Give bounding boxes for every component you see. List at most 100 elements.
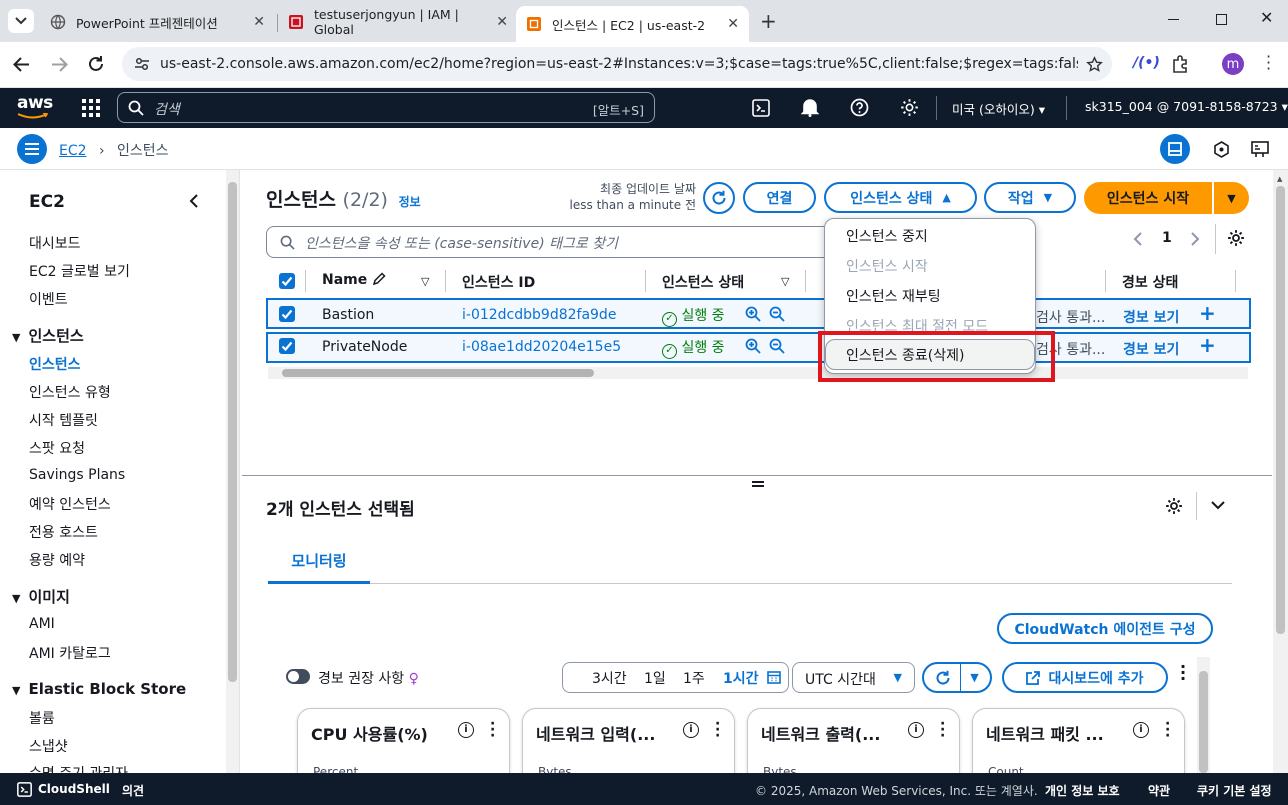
view-alarms-link[interactable]: 경보 보기: [1123, 339, 1179, 359]
profile-avatar[interactable]: m: [1222, 53, 1244, 75]
sidebar-item-dashboard[interactable]: 대시보드: [29, 233, 81, 253]
alarm-recommendations-toggle[interactable]: [286, 669, 310, 684]
drag-handle-icon[interactable]: [752, 481, 764, 487]
info-circle-icon[interactable]: i: [1133, 722, 1149, 738]
panel-scrollbar[interactable]: [1197, 657, 1210, 773]
settings-gear-icon[interactable]: [900, 98, 919, 117]
column-header-instance-id[interactable]: 인스턴스 ID: [462, 272, 535, 292]
privacy-link[interactable]: 개인 정보 보호: [1045, 782, 1120, 799]
forward-arrow-icon[interactable]: [51, 56, 68, 73]
menu-item-reboot[interactable]: 인스턴스 재부팅: [846, 286, 941, 306]
column-header-instance-state[interactable]: 인스턴스 상태: [662, 272, 744, 292]
sidebar-item-reserved-instances[interactable]: 예약 인스턴스: [29, 494, 111, 514]
sidebar-item-spot-requests[interactable]: 스팟 요청: [29, 438, 85, 458]
info-circle-icon[interactable]: i: [458, 722, 474, 738]
sidebar-item-events[interactable]: 이벤트: [29, 289, 68, 309]
scroll-thumb[interactable]: [282, 369, 594, 377]
add-alarm-button[interactable]: +: [1199, 333, 1216, 357]
services-grid-icon[interactable]: [82, 99, 100, 117]
sidebar-item-ami[interactable]: AMI: [29, 616, 55, 632]
info-circle-icon[interactable]: i: [908, 722, 924, 738]
tab-monitoring[interactable]: 모니터링: [268, 540, 370, 584]
star-icon[interactable]: [1086, 55, 1103, 73]
region-selector[interactable]: 미국 (오하이오) ▾: [952, 99, 1045, 118]
extensions-puzzle-icon[interactable]: [1171, 55, 1189, 73]
card-menu-icon[interactable]: · · ·: [490, 717, 495, 743]
browser-menu-icon[interactable]: · · ·: [1266, 49, 1271, 77]
zoom-out-icon[interactable]: [769, 306, 785, 322]
sidebar-item-ami-catalog[interactable]: AMI 카탈로그: [29, 643, 111, 663]
range-1h-selected[interactable]: 1시간: [723, 668, 759, 688]
browser-tab-ec2[interactable]: 인스턴스 | EC2 | us-east-2 ✕: [516, 6, 749, 42]
prev-page-icon[interactable]: [1133, 232, 1143, 246]
sidebar-item-dedicated-hosts[interactable]: 전용 호스트: [29, 522, 98, 542]
help-icon[interactable]: [850, 98, 869, 117]
more-options-icon[interactable]: · · ·: [1180, 659, 1186, 687]
row-checkbox[interactable]: [279, 306, 295, 322]
add-alarm-button[interactable]: +: [1199, 301, 1216, 325]
cookie-preferences-link[interactable]: 쿠키 기본 설정: [1197, 782, 1272, 799]
zoom-in-icon[interactable]: [745, 306, 761, 322]
range-1w[interactable]: 1주: [683, 668, 705, 688]
card-menu-icon[interactable]: · · ·: [1165, 717, 1170, 743]
sidebar-item-instances[interactable]: 인스턴스: [29, 354, 81, 374]
zoom-in-icon[interactable]: [745, 338, 761, 354]
page-scrollbar[interactable]: ▲: [1273, 170, 1288, 773]
column-header-name[interactable]: Name: [322, 272, 386, 288]
feedback-icon[interactable]: [1251, 141, 1269, 158]
table-settings-gear-icon[interactable]: [1227, 229, 1245, 247]
metrics-refresh-button[interactable]: ▼: [922, 662, 992, 693]
aws-search-input[interactable]: 검색 [알트+S]: [117, 92, 655, 123]
terms-link[interactable]: 약관: [1148, 782, 1170, 799]
new-tab-button[interactable]: +: [760, 9, 777, 33]
sidebar-title[interactable]: EC2: [29, 192, 65, 212]
close-icon[interactable]: ✕: [496, 14, 508, 30]
close-window-button[interactable]: ✕: [1260, 8, 1273, 27]
sidebar-section-images[interactable]: ▼ 이미지: [12, 586, 70, 607]
instance-state-button[interactable]: 인스턴스 상태 ▲: [824, 182, 977, 213]
instance-id-link[interactable]: i-012dcdbb9d82fa9de: [462, 307, 616, 323]
sidebar-item-savings-plans[interactable]: Savings Plans: [29, 467, 125, 483]
cloudshell-icon[interactable]: [17, 782, 32, 797]
view-alarms-link[interactable]: 경보 보기: [1123, 307, 1179, 327]
add-to-dashboard-button[interactable]: 대시보드에 추가: [1002, 662, 1168, 693]
cloudshell-link[interactable]: CloudShell: [38, 782, 110, 796]
browser-tab-iam[interactable]: testuserjongyun | IAM | Global ✕: [278, 6, 518, 38]
panel-scroll-thumb[interactable]: [1199, 671, 1208, 773]
calendar-icon[interactable]: [767, 670, 781, 684]
tab-search-button[interactable]: [8, 9, 34, 33]
card-menu-icon[interactable]: · · ·: [940, 717, 945, 743]
instance-filter-input[interactable]: 인스턴스을 속성 또는 (case-sensitive) 태그로 찾기: [266, 226, 846, 258]
sidebar-item-capacity-reservations[interactable]: 용량 예약: [29, 550, 85, 570]
range-1d[interactable]: 1일: [644, 668, 666, 688]
zoom-out-icon[interactable]: [769, 338, 785, 354]
page-scroll-thumb[interactable]: [1276, 186, 1285, 634]
sidebar-item-snapshots[interactable]: 스냅샷: [29, 736, 68, 756]
sidebar-scrollbar[interactable]: [226, 170, 239, 773]
address-bar[interactable]: us-east-2.console.aws.amazon.com/ec2/hom…: [122, 47, 1112, 81]
sidebar-item-launch-templates[interactable]: 시작 템플릿: [29, 410, 98, 430]
cloudwatch-agent-button[interactable]: CloudWatch 에이전트 구성: [997, 613, 1213, 644]
actions-button[interactable]: 작업 ▼: [984, 182, 1076, 213]
select-all-checkbox[interactable]: [279, 273, 295, 289]
browser-tab-powerpoint[interactable]: PowerPoint 프레젠테이션 ✕: [40, 6, 275, 38]
sidebar-item-volumes[interactable]: 볼륨: [29, 708, 55, 728]
site-settings-icon[interactable]: [134, 56, 150, 72]
split-panel-button[interactable]: [1160, 134, 1190, 164]
menu-item-stop[interactable]: 인스턴스 중지: [846, 226, 928, 246]
aws-logo[interactable]: aws: [17, 93, 53, 113]
instance-id-link[interactable]: i-08ae1dd20204e15e5: [462, 339, 621, 355]
minimize-button[interactable]: [1168, 19, 1179, 20]
security-icon[interactable]: [1213, 141, 1230, 158]
feedback-link[interactable]: 의견: [122, 782, 144, 799]
range-3h[interactable]: 3시간: [592, 668, 627, 688]
table-horizontal-scrollbar[interactable]: [268, 367, 1248, 379]
connect-button[interactable]: 연결: [743, 182, 816, 213]
column-header-alarm-status[interactable]: 경보 상태: [1122, 272, 1178, 292]
panel-settings-gear-icon[interactable]: [1165, 497, 1183, 515]
sidebar-item-global-view[interactable]: EC2 글로벌 보기: [29, 261, 130, 281]
side-nav-toggle[interactable]: [17, 134, 47, 164]
sort-caret-icon[interactable]: ▽: [781, 275, 789, 288]
close-icon[interactable]: ✕: [727, 16, 739, 32]
collapse-panel-chevron-icon[interactable]: [1211, 501, 1225, 510]
